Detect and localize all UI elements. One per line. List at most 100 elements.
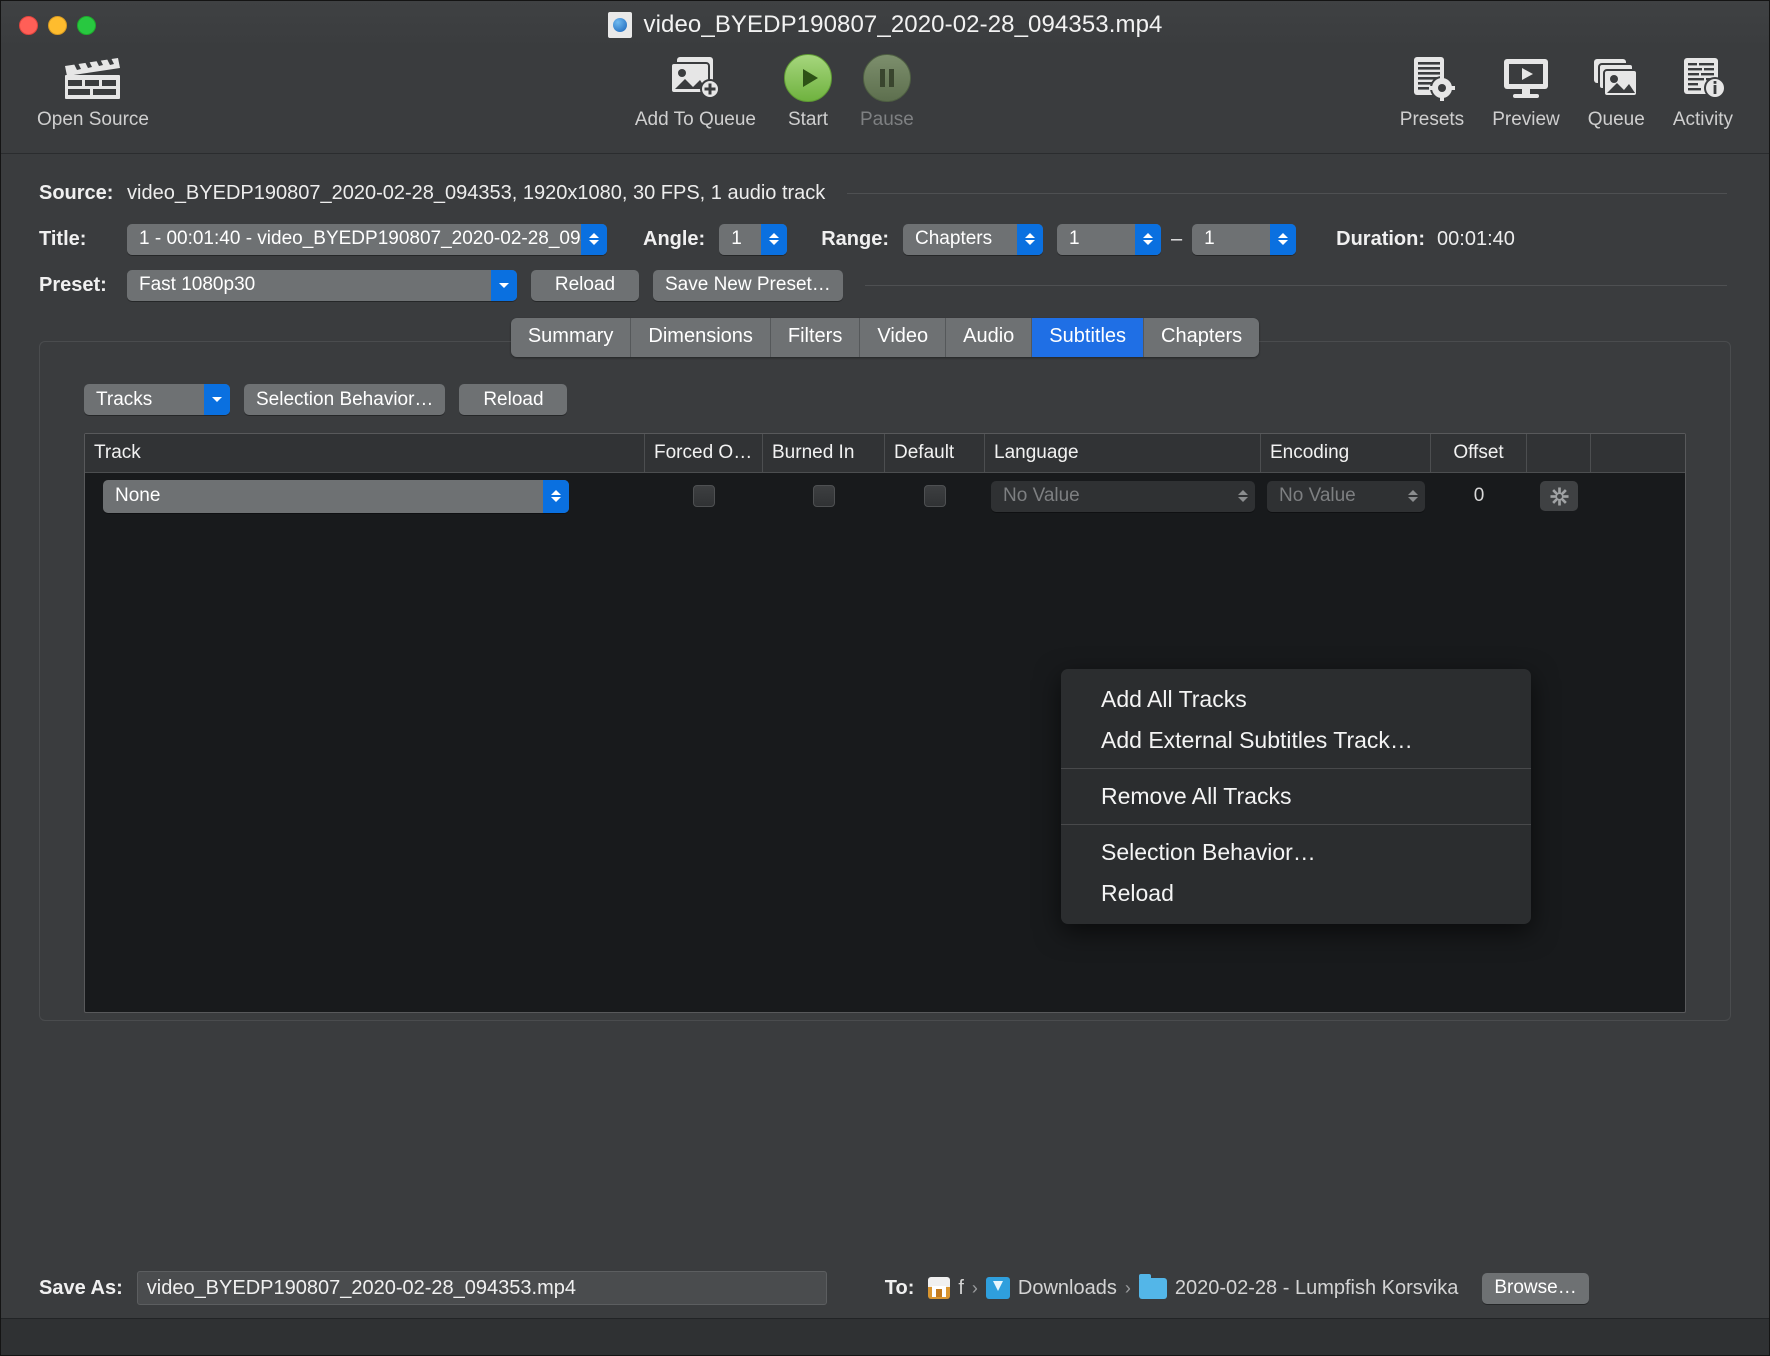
toolbar-preview[interactable]: Preview (1478, 49, 1574, 135)
column-header-track[interactable]: Track (85, 434, 645, 472)
tab-group: Summary Dimensions Filters Video Audio S… (510, 318, 1260, 357)
path-separator-2: › (1124, 1277, 1131, 1298)
menu-item-add-external-subtitles-track[interactable]: Add External Subtitles Track… (1061, 720, 1531, 761)
encoding-select[interactable]: No Value (1267, 480, 1425, 512)
angle-select[interactable]: 1 (719, 223, 788, 255)
cell-default (885, 473, 985, 519)
table-row[interactable]: None No Value No Value 0 (85, 473, 1685, 519)
menu-item-selection-behavior[interactable]: Selection Behavior… (1061, 832, 1531, 873)
duration-label: Duration: (1336, 227, 1426, 250)
title-select[interactable]: 1 - 00:01:40 - video_BYEDP190807_2020-02… (127, 223, 607, 255)
toolbar-open-source[interactable]: Open Source (23, 49, 163, 135)
tab-bar: Summary Dimensions Filters Video Audio S… (1, 318, 1769, 357)
add-image-icon (667, 53, 723, 103)
save-as-label: Save As: (39, 1276, 123, 1299)
track-select[interactable]: None (103, 479, 569, 513)
gear-icon[interactable] (1540, 481, 1578, 511)
range-start-stepper[interactable] (1135, 223, 1162, 255)
to-label: To: (884, 1276, 915, 1299)
toolbar-start[interactable]: Start (770, 49, 846, 135)
track-select-value: None (115, 485, 161, 506)
angle-label: Angle: (643, 227, 706, 250)
menu-item-remove-all-tracks[interactable]: Remove All Tracks (1061, 776, 1531, 817)
toolbar-pause[interactable]: Pause (846, 49, 928, 135)
title-select-stepper[interactable] (581, 223, 607, 255)
preset-select-value: Fast 1080p30 (139, 274, 256, 295)
toolbar-presets[interactable]: Presets (1386, 49, 1478, 135)
track-select-stepper[interactable] (543, 479, 569, 513)
tab-video[interactable]: Video (860, 318, 947, 357)
default-checkbox[interactable] (924, 485, 946, 507)
toolbar-queue[interactable]: Queue (1574, 49, 1659, 135)
cell-language: No Value (985, 473, 1261, 519)
toolbar-add-to-queue[interactable]: Add To Queue (621, 49, 770, 135)
cell-offset: 0 (1431, 473, 1527, 519)
column-header-default[interactable]: Default (885, 434, 985, 472)
range-type-value: Chapters (915, 228, 993, 249)
tracks-menu-chevron[interactable] (204, 384, 230, 415)
path-downloads-label: Downloads (1017, 1276, 1117, 1299)
path-separator-1: › (971, 1277, 978, 1298)
preset-select-chevron[interactable] (491, 269, 517, 301)
column-header-language[interactable]: Language (985, 434, 1261, 472)
burned-in-checkbox[interactable] (813, 485, 835, 507)
tracks-menu-button[interactable]: Tracks (84, 384, 230, 415)
preset-row: Preset: Fast 1080p30 Reload Save New Pre… (39, 262, 1731, 308)
language-select[interactable]: No Value (991, 480, 1255, 512)
range-end-select[interactable]: 1 (1192, 223, 1297, 255)
tab-subtitles[interactable]: Subtitles (1032, 318, 1145, 357)
forced-only-checkbox[interactable] (693, 485, 715, 507)
browse-button[interactable]: Browse… (1482, 1272, 1589, 1304)
subtitles-controls: Tracks Selection Behavior… Reload (40, 384, 1730, 415)
selection-behavior-button[interactable]: Selection Behavior… (244, 384, 446, 415)
tab-audio[interactable]: Audio (946, 318, 1033, 357)
tab-summary[interactable]: Summary (510, 318, 632, 357)
toolbar-activity-label: Activity (1672, 109, 1733, 130)
title-bar: video_BYEDP190807_2020-02-28_094353.mp4 (1, 1, 1769, 49)
title-label: Title: (39, 227, 87, 250)
tab-chapters[interactable]: Chapters (1144, 318, 1260, 357)
column-header-burned-in[interactable]: Burned In (763, 434, 885, 472)
save-as-input[interactable]: video_BYEDP190807_2020-02-28_094353.mp4 (136, 1271, 827, 1305)
tab-dimensions[interactable]: Dimensions (631, 318, 771, 357)
range-start-select[interactable]: 1 (1057, 223, 1162, 255)
language-select-stepper[interactable] (1231, 481, 1255, 512)
source-row: Source: video_BYEDP190807_2020-02-28_094… (39, 170, 1731, 216)
handbrake-window: video_BYEDP190807_2020-02-28_094353.mp4 (0, 0, 1770, 1356)
toolbar-activity[interactable]: Activity (1659, 49, 1747, 135)
toolbar-add-to-queue-label: Add To Queue (634, 109, 756, 130)
range-start-value: 1 (1069, 228, 1080, 249)
preset-reload-button[interactable]: Reload (531, 269, 639, 301)
preset-select[interactable]: Fast 1080p30 (127, 269, 517, 301)
offset-value[interactable]: 0 (1474, 485, 1485, 507)
title-row: Title: 1 - 00:01:40 - video_BYEDP190807_… (39, 216, 1731, 262)
minimize-window-button[interactable] (48, 15, 67, 35)
title-select-value: 1 - 00:01:40 - video_BYEDP190807_2020-02… (139, 228, 581, 249)
menu-separator-2 (1061, 824, 1531, 825)
close-window-button[interactable] (19, 15, 38, 35)
range-type-select[interactable]: Chapters (903, 223, 1044, 255)
destination-bar: Save As: video_BYEDP190807_2020-02-28_09… (1, 1259, 1769, 1317)
destination-path-breadcrumb[interactable]: f › Downloads › 2020-02-28 - Lumpfish Ko… (928, 1273, 1458, 1300)
range-end-stepper[interactable] (1270, 223, 1297, 255)
column-header-actions[interactable] (1527, 434, 1591, 472)
save-new-preset-button[interactable]: Save New Preset… (653, 269, 843, 301)
cell-actions (1527, 473, 1591, 519)
column-header-offset[interactable]: Offset (1431, 434, 1527, 472)
subtitles-reload-button[interactable]: Reload (459, 384, 568, 415)
tab-filters[interactable]: Filters (770, 318, 861, 357)
tracks-context-menu: Add All Tracks Add External Subtitles Tr… (1061, 669, 1531, 924)
table-header-row: Track Forced O… Burned In Default Langua… (85, 434, 1685, 473)
angle-select-value: 1 (731, 228, 742, 249)
menu-item-add-all-tracks[interactable]: Add All Tracks (1061, 679, 1531, 720)
column-header-forced-only[interactable]: Forced O… (645, 434, 763, 472)
toolbar-queue-label: Queue (1587, 109, 1645, 130)
downloads-folder-icon (985, 1277, 1010, 1299)
range-type-stepper[interactable] (1017, 223, 1044, 255)
column-header-encoding[interactable]: Encoding (1261, 434, 1431, 472)
encoding-select-stepper[interactable] (1401, 481, 1425, 512)
angle-select-stepper[interactable] (761, 223, 788, 255)
range-end-value: 1 (1204, 228, 1215, 249)
menu-item-reload[interactable]: Reload (1061, 873, 1531, 914)
zoom-window-button[interactable] (77, 15, 96, 35)
